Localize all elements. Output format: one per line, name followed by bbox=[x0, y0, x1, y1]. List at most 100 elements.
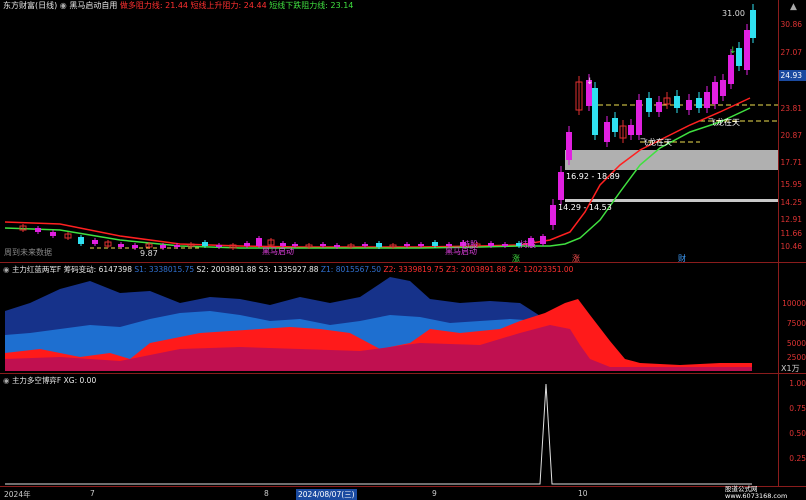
y-tick: 0.50 bbox=[789, 429, 806, 438]
candle-body bbox=[376, 243, 382, 247]
panel3-icon: ◉ bbox=[3, 376, 10, 385]
candle-body bbox=[404, 244, 410, 246]
candle-body bbox=[696, 98, 702, 108]
y-tick: 0.75 bbox=[789, 404, 806, 413]
xg-line bbox=[5, 383, 752, 485]
y-tick: 5000 bbox=[786, 339, 806, 348]
candle-body bbox=[244, 243, 250, 246]
panel2-sub: 筹码变动: 6147398 bbox=[63, 265, 132, 274]
y-tick: 2500 bbox=[786, 353, 806, 362]
y-tick: 20.87 bbox=[780, 131, 802, 140]
volume-panel[interactable]: ◉ 主力红蓝两军F 筹码变动: 6147398 S1: 3338015.75 S… bbox=[0, 263, 806, 373]
candle-body bbox=[35, 228, 41, 232]
candle-body bbox=[160, 245, 166, 248]
indicator-icon: ◉ bbox=[59, 1, 67, 10]
candle-body bbox=[712, 82, 718, 104]
watermark: 股道公式网 www.6073168.com bbox=[725, 485, 788, 500]
candle-body bbox=[628, 125, 634, 135]
low-price-label: 9.87 bbox=[140, 249, 158, 258]
signal-line-svg[interactable] bbox=[0, 374, 778, 486]
candle-body bbox=[320, 244, 326, 246]
candle-body bbox=[256, 238, 262, 246]
y-tick: 27.07 bbox=[780, 48, 802, 57]
y-tick: 7500 bbox=[786, 319, 806, 328]
x-tick: 2024年 bbox=[4, 490, 31, 499]
candle-body bbox=[636, 100, 642, 135]
legend-s3: S3: 1335927.88 bbox=[258, 265, 319, 274]
candle-body bbox=[550, 205, 556, 225]
y-tick: 0.25 bbox=[789, 454, 806, 463]
candle-body bbox=[566, 132, 572, 160]
legend-z4: Z4: 12023351.00 bbox=[508, 265, 574, 274]
current-price-label: 24.93 bbox=[780, 71, 802, 80]
signal-label-3: 黑马启动 bbox=[262, 247, 294, 256]
down-arrow-icon: ↓ bbox=[729, 46, 737, 56]
panel3-title[interactable]: 主力多空博弈F bbox=[12, 376, 61, 385]
candle-body bbox=[118, 244, 124, 247]
candle-body bbox=[50, 232, 56, 236]
candle-body bbox=[704, 92, 710, 108]
x-tick: 8 bbox=[264, 489, 269, 498]
candle-body bbox=[736, 48, 742, 66]
candle-body bbox=[744, 30, 750, 70]
x-tick: 10 bbox=[578, 489, 588, 498]
candle-body bbox=[132, 245, 138, 248]
panel3-xg: XG: 0.00 bbox=[63, 376, 97, 385]
top-price-label: 31.00 bbox=[722, 9, 745, 18]
candle-body bbox=[592, 88, 598, 135]
legend-resistance-a: 做多阻力线: 21.44 bbox=[119, 1, 189, 10]
y-tick: 10000 bbox=[782, 299, 806, 308]
candle-body bbox=[174, 245, 180, 247]
legend-s1: S1: 3338015.75 bbox=[134, 265, 195, 274]
resistance-zone-upper bbox=[565, 150, 778, 170]
legend-z3: Z3: 2003891.88 bbox=[445, 265, 507, 274]
price-chart-svg[interactable] bbox=[0, 0, 778, 262]
candle-body bbox=[686, 100, 692, 110]
candle-body bbox=[280, 243, 286, 246]
crosshair-date-label: 2024/08/07(三) bbox=[296, 489, 357, 500]
x-tick: 9 bbox=[432, 489, 437, 498]
candle-body bbox=[502, 244, 508, 246]
volume-area-svg[interactable] bbox=[0, 263, 778, 373]
candle-body bbox=[674, 96, 680, 108]
y-tick: 15.95 bbox=[780, 180, 802, 189]
candle-body bbox=[646, 98, 652, 112]
candle-body bbox=[720, 80, 726, 96]
y-tick: 10.46 bbox=[780, 242, 802, 251]
y-tick: 23.81 bbox=[780, 104, 802, 113]
y-tick: 17.71 bbox=[780, 158, 802, 167]
candle-body bbox=[292, 244, 298, 246]
candle-body bbox=[750, 10, 756, 38]
x-tick: 7 bbox=[90, 489, 95, 498]
y-tick: 1.00 bbox=[789, 379, 806, 388]
scroll-up-icon[interactable]: ▲ bbox=[790, 2, 797, 12]
panel2-icon: ◉ bbox=[3, 265, 10, 274]
indicator-name[interactable]: 黑马启动自用 bbox=[69, 1, 117, 10]
y-tick: 30.86 bbox=[780, 20, 802, 29]
signal-panel[interactable]: ◉ 主力多空博弈F XG: 0.00 1.00 0.75 0.50 0.25 bbox=[0, 374, 806, 486]
candle-body bbox=[362, 244, 368, 246]
signal-label-1: 飞龙在天 bbox=[640, 138, 672, 147]
candle-body bbox=[488, 243, 494, 246]
chart-title[interactable]: 东方财富(日线) bbox=[3, 1, 57, 10]
y-tick: 14.25 bbox=[780, 198, 802, 207]
signal-label-6: 持股 bbox=[520, 240, 536, 249]
y-tick: 12.91 bbox=[780, 215, 802, 224]
xaxis-divider bbox=[0, 486, 806, 487]
price-panel[interactable]: 东方财富(日线) ◉ 黑马启动自用 做多阻力线: 21.44 短线上升阻力: 2… bbox=[0, 0, 778, 263]
candle-body bbox=[728, 55, 734, 84]
candle-body bbox=[92, 240, 98, 244]
box2-label: 14.29 - 14.53 bbox=[558, 203, 612, 212]
up-arrow-icon: ↓ bbox=[586, 77, 594, 87]
candle-body bbox=[656, 102, 662, 112]
signal-label-2: 飞龙在天 bbox=[708, 118, 740, 127]
bottom-note: 周到未来数据 bbox=[4, 248, 52, 257]
candle-body bbox=[446, 244, 452, 246]
candle-body bbox=[604, 122, 610, 142]
candle-body bbox=[540, 236, 546, 244]
candle-body bbox=[202, 242, 208, 246]
signal-label-5: 持股 bbox=[462, 240, 478, 249]
candle-body bbox=[334, 245, 340, 247]
legend-z1: Z1: 8015567.50 bbox=[320, 265, 382, 274]
panel2-title[interactable]: 主力红蓝两军F bbox=[12, 265, 61, 274]
